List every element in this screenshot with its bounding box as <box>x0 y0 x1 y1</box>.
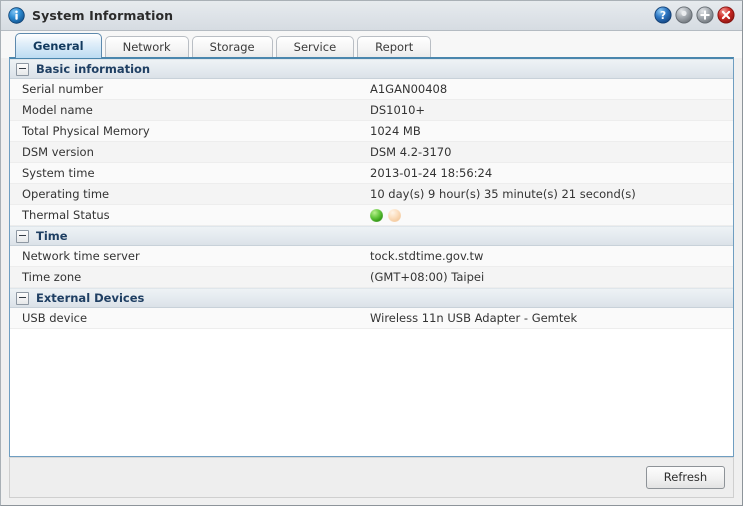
table-row: Network time server tock.stdtime.gov.tw <box>10 246 733 267</box>
table-row: Model name DS1010+ <box>10 100 733 121</box>
help-button[interactable]: ? <box>654 6 672 24</box>
title-bar: System Information ? <box>1 1 742 31</box>
table-row: System time 2013-01-24 18:56:24 <box>10 163 733 184</box>
svg-text:?: ? <box>660 10 666 22</box>
tab-network[interactable]: Network <box>104 36 189 58</box>
section-header-time[interactable]: Time <box>10 226 733 246</box>
section-header-external-devices[interactable]: External Devices <box>10 288 733 308</box>
refresh-button[interactable]: Refresh <box>646 466 725 489</box>
row-value-time-zone: (GMT+08:00) Taipei <box>370 270 485 284</box>
collapse-minus-icon[interactable] <box>16 229 29 243</box>
row-value-system-time: 2013-01-24 18:56:24 <box>370 166 493 180</box>
table-row: Thermal Status <box>10 205 733 226</box>
row-label-thermal-status: Thermal Status <box>22 208 110 222</box>
section-title-time: Time <box>36 228 68 243</box>
table-row: USB device Wireless 11n USB Adapter - Ge… <box>10 308 733 329</box>
row-value-dsm-version: DSM 4.2-3170 <box>370 145 452 159</box>
tab-report[interactable]: Report <box>357 36 432 58</box>
section-title-external-devices: External Devices <box>36 290 145 305</box>
row-value-usb-device: Wireless 11n USB Adapter - Gemtek <box>370 311 578 325</box>
minimize-button[interactable] <box>675 6 693 24</box>
table-row: Total Physical Memory 1024 MB <box>10 121 733 142</box>
table-row: Operating time 10 day(s) 9 hour(s) 35 mi… <box>10 184 733 205</box>
row-value-network-time-server: tock.stdtime.gov.tw <box>370 249 484 263</box>
row-label-model-name: Model name <box>22 103 93 117</box>
row-value-thermal-status <box>370 208 733 222</box>
row-label-dsm-version: DSM version <box>22 145 94 159</box>
row-label-usb-device: USB device <box>22 311 88 325</box>
row-value-model-name: DS1010+ <box>370 103 426 117</box>
row-label-time-zone: Time zone <box>22 270 82 284</box>
row-label-system-time: System time <box>22 166 95 180</box>
collapse-minus-icon[interactable] <box>16 62 29 76</box>
row-value-operating-time: 10 day(s) 9 hour(s) 35 minute(s) 21 seco… <box>370 187 636 201</box>
row-value-serial-number: A1GAN00408 <box>370 82 448 96</box>
section-header-basic-information[interactable]: Basic information <box>10 59 733 79</box>
row-label-total-physical-memory: Total Physical Memory <box>22 124 150 138</box>
row-label-serial-number: Serial number <box>22 82 104 96</box>
window-controls: ? <box>654 6 735 24</box>
tab-general-label: General <box>33 39 84 53</box>
table-row: Time zone (GMT+08:00) Taipei <box>10 267 733 288</box>
row-label-operating-time: Operating time <box>22 187 110 201</box>
footer-bar: Refresh <box>9 457 734 498</box>
row-label-network-time-server: Network time server <box>22 249 140 263</box>
info-icon <box>8 7 25 24</box>
general-tab-panel: Basic information Serial number A1GAN004… <box>9 57 734 457</box>
section-title-basic-information: Basic information <box>36 61 151 76</box>
maximize-button[interactable] <box>696 6 714 24</box>
tab-storage[interactable]: Storage <box>191 36 273 58</box>
thermal-led-peach-icon <box>388 208 401 222</box>
row-value-total-physical-memory: 1024 MB <box>370 124 421 138</box>
tab-strip: General Network Storage Service Report <box>1 31 742 58</box>
window-title: System Information <box>32 8 174 23</box>
system-information-window: System Information ? General Network Sto… <box>0 0 743 506</box>
close-button[interactable] <box>717 6 735 24</box>
tab-report-label: Report <box>375 40 414 54</box>
tab-network-label: Network <box>122 40 171 54</box>
table-row: Serial number A1GAN00408 <box>10 79 733 100</box>
tab-storage-label: Storage <box>209 40 255 54</box>
tab-service[interactable]: Service <box>275 36 355 58</box>
table-row: DSM version DSM 4.2-3170 <box>10 142 733 163</box>
collapse-minus-icon[interactable] <box>16 291 29 305</box>
tab-service-label: Service <box>293 40 337 54</box>
thermal-led-green-icon <box>370 208 383 222</box>
tab-general[interactable]: General <box>15 33 102 58</box>
